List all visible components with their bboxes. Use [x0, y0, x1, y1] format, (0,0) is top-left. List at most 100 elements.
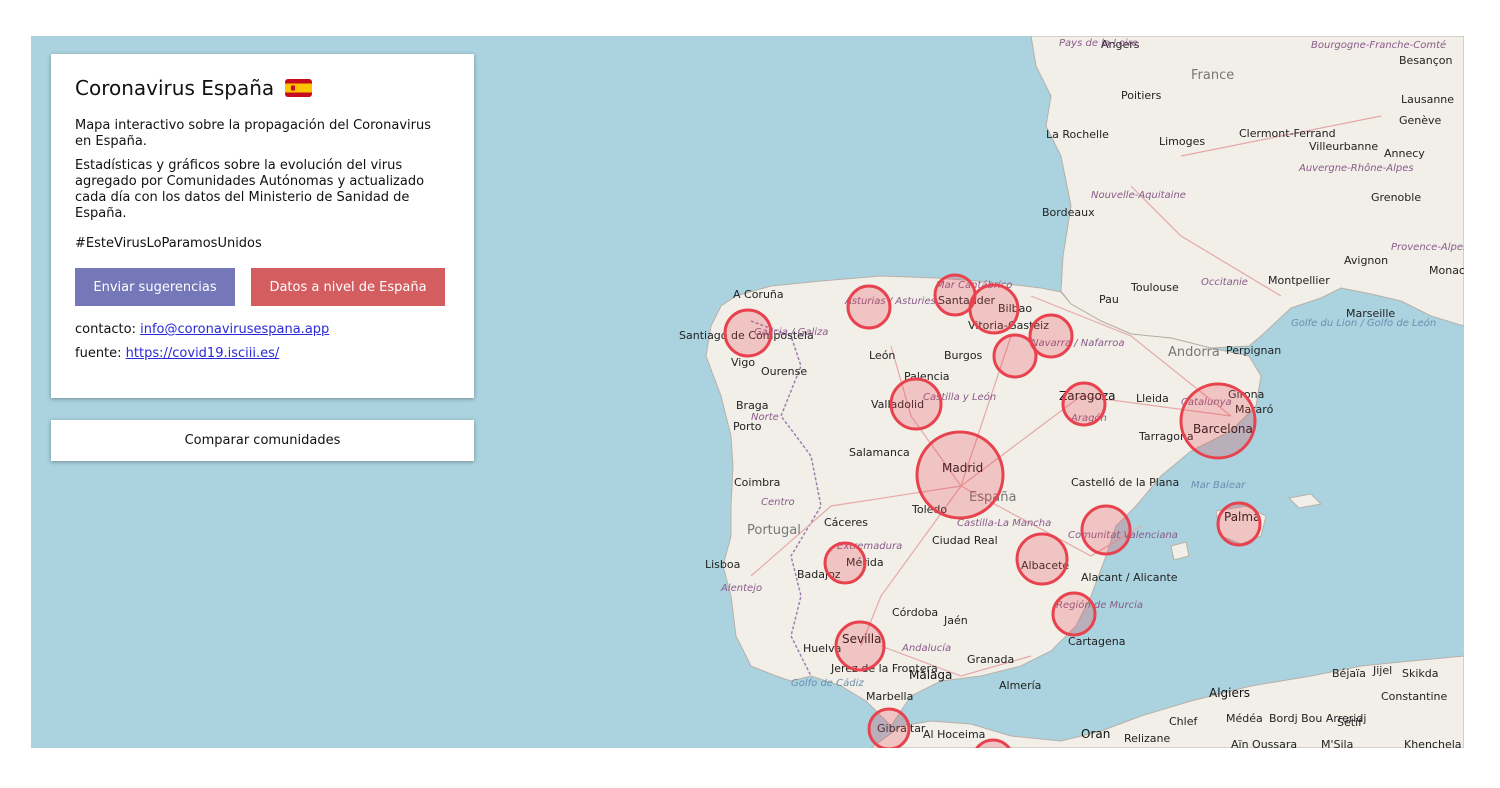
label-ciudad-real: Ciudad Real: [932, 534, 998, 547]
label-pau: Pau: [1099, 293, 1119, 306]
label-caceres: Cáceres: [824, 516, 868, 529]
label-granada: Granada: [967, 653, 1014, 666]
spain-flag-icon: [284, 79, 312, 97]
label-skikda: Skikda: [1402, 667, 1439, 680]
case-circle-andalucia[interactable]: [834, 620, 886, 672]
label-provence: Provence-Alpes-Côte d'Azur: [1391, 241, 1464, 253]
label-castilla-la-mancha: Castilla-La Mancha: [957, 518, 1051, 529]
label-bourgogne: Bourgogne-Franche-Comté: [1311, 39, 1446, 51]
case-circle-murcia[interactable]: [1051, 591, 1097, 637]
case-circle-pais-vasco[interactable]: [968, 283, 1020, 335]
label-lisboa: Lisboa: [705, 558, 740, 571]
label-la-rochelle: La Rochelle: [1046, 128, 1109, 141]
case-circle-catalunya[interactable]: [1179, 382, 1257, 460]
label-mar-balear: Mar Balear: [1191, 480, 1246, 491]
label-annecy: Annecy: [1384, 147, 1425, 160]
label-burgos: Burgos: [944, 349, 983, 362]
label-nouvelle-aquitaine: Nouvelle-Aquitaine: [1091, 190, 1186, 201]
label-portugal: Portugal: [747, 523, 801, 538]
label-cordoba: Córdoba: [892, 606, 938, 619]
info-panel: Coronavirus España Mapa interactivo sobr…: [51, 54, 474, 398]
label-grenoble: Grenoble: [1371, 191, 1421, 204]
case-circle-galicia[interactable]: [723, 308, 773, 358]
label-jaen: Jaén: [943, 614, 968, 627]
label-clermont: Clermont-Ferrand: [1239, 127, 1336, 140]
description-2: Estadísticas y gráficos sobre la evoluci…: [75, 158, 425, 221]
label-poitiers: Poitiers: [1121, 89, 1162, 102]
label-vigo: Vigo: [731, 356, 755, 369]
label-golfo-de-cadiz: Golfo de Cádiz: [791, 677, 864, 689]
label-leon: León: [869, 349, 895, 362]
source-url-link[interactable]: https://covid19.isciii.es/: [126, 346, 280, 361]
case-circle-baleares[interactable]: [1216, 501, 1262, 547]
label-france: France: [1191, 68, 1234, 83]
label-occitanie: Occitanie: [1201, 277, 1248, 288]
label-salamanca: Salamanca: [849, 446, 910, 459]
case-circle-aragon[interactable]: [1061, 381, 1107, 427]
case-circle-extremadura[interactable]: [823, 541, 867, 585]
label-medea: Médéa: [1226, 712, 1263, 725]
hashtag: #EsteVirusLoParamosUnidos: [75, 236, 262, 251]
label-geneve: Genève: [1399, 114, 1442, 127]
case-circle-comunitat-valenciana[interactable]: [1080, 504, 1132, 556]
label-villeurbanne: Villeurbanne: [1309, 140, 1378, 153]
label-coimbra: Coimbra: [734, 476, 780, 489]
label-bordeaux: Bordeaux: [1042, 206, 1095, 219]
label-besancon: Besançon: [1399, 54, 1453, 67]
label-chlef: Chlef: [1169, 715, 1198, 728]
label-auvergne: Auvergne-Rhône-Alpes: [1298, 162, 1414, 174]
label-andorra: Andorra: [1168, 345, 1220, 360]
contact-line: contacto: info@coronavirusespana.app: [75, 322, 450, 337]
send-suggestions-button[interactable]: Enviar sugerencias: [75, 268, 235, 306]
button-row: Enviar sugerencias Datos a nivel de Espa…: [75, 268, 450, 306]
label-alentejo: Alentejo: [720, 583, 762, 594]
label-cartagena: Cartagena: [1068, 635, 1125, 648]
page-title-text: Coronavirus España: [75, 76, 275, 100]
contact-email-link[interactable]: info@coronavirusespana.app: [140, 322, 329, 337]
label-marseille: Marseille: [1346, 307, 1395, 320]
label-a-coruna: A Coruña: [733, 288, 784, 301]
contact-label: contacto:: [75, 322, 141, 337]
label-centro: Centro: [761, 497, 795, 508]
label-lleida: Lleida: [1136, 392, 1169, 405]
description-1: Mapa interactivo sobre la propagación de…: [75, 118, 431, 149]
label-norte: Norte: [751, 412, 779, 423]
label-bejaia: Béjaïa: [1332, 667, 1366, 680]
label-constantine: Constantine: [1381, 690, 1447, 703]
label-toulouse: Toulouse: [1130, 281, 1179, 294]
case-circle-asturias[interactable]: [846, 284, 892, 330]
source-line: fuente: https://covid19.isciii.es/: [75, 346, 450, 361]
label-braga: Braga: [736, 399, 769, 412]
label-jijel: Jijel: [1372, 664, 1392, 677]
source-label: fuente:: [75, 346, 126, 361]
label-relizane: Relizane: [1124, 732, 1171, 745]
label-msila: M'Sila: [1321, 738, 1353, 748]
label-ain-oussara: Aïn Oussara: [1231, 738, 1297, 748]
case-circle-la-rioja[interactable]: [992, 333, 1038, 379]
label-montpellier: Montpellier: [1268, 274, 1330, 287]
label-castello: Castelló de la Plana: [1071, 476, 1179, 489]
label-monaco: Monaco: [1429, 264, 1464, 277]
label-limoges: Limoges: [1159, 135, 1205, 148]
case-circle-castilla-la-mancha[interactable]: [1015, 532, 1069, 586]
label-setif: Sétif: [1337, 716, 1363, 729]
label-avignon: Avignon: [1344, 254, 1388, 267]
page-title: Coronavirus España: [75, 76, 450, 100]
label-al-hoceima: Al Hoceima: [923, 728, 985, 741]
label-alicante: Alacant / Alicante: [1081, 571, 1178, 584]
label-ourense: Ourense: [761, 365, 807, 378]
label-andalucia: Andalucía: [901, 642, 951, 654]
label-khenchela: Khenchela: [1404, 738, 1462, 748]
label-almeria: Almería: [999, 679, 1041, 692]
label-pays-de-la-loire: Pays de la Loire: [1059, 38, 1138, 49]
case-circle-ceuta[interactable]: [867, 707, 911, 748]
label-perpignan: Perpignan: [1226, 344, 1281, 357]
label-lausanne: Lausanne: [1401, 93, 1454, 106]
label-marbella: Marbella: [866, 690, 913, 703]
label-oran: Oran: [1081, 727, 1110, 741]
case-circle-madrid[interactable]: [915, 430, 1005, 520]
spain-data-button[interactable]: Datos a nivel de España: [251, 268, 445, 306]
label-algiers: Algiers: [1209, 686, 1250, 700]
case-circle-castilla-y-leon[interactable]: [889, 377, 943, 431]
compare-communities-button[interactable]: Comparar comunidades: [51, 420, 474, 461]
